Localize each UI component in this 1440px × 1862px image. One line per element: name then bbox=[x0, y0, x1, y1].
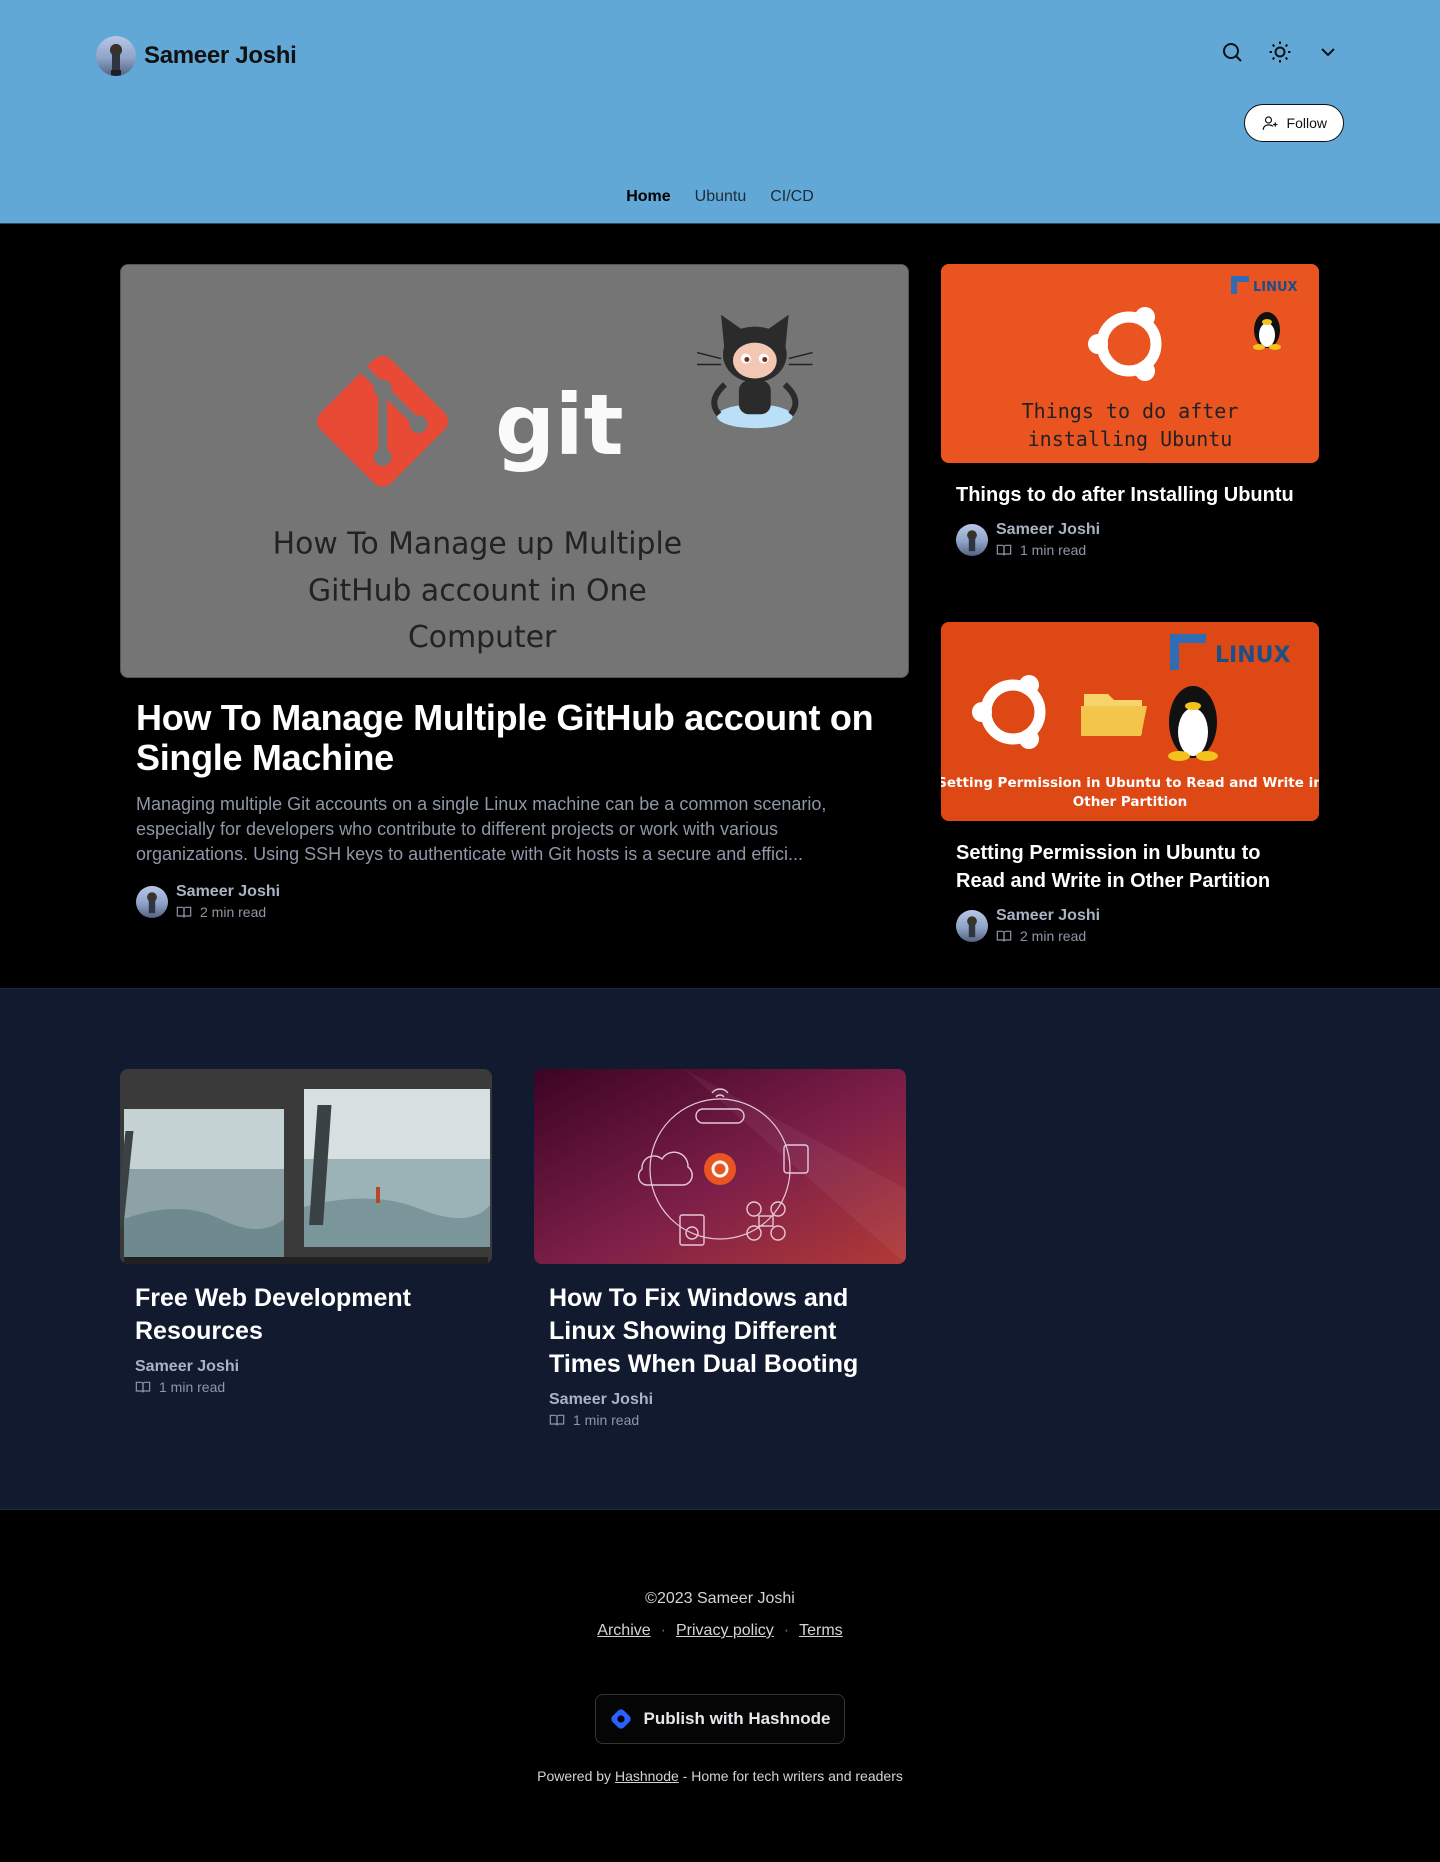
blog-brand[interactable]: Sameer Joshi bbox=[96, 36, 297, 76]
post-meta: Sameer Joshi 2 min read bbox=[136, 883, 893, 920]
nav-item-home[interactable]: Home bbox=[618, 188, 678, 206]
post-meta: Sameer Joshi 1 min read bbox=[549, 1391, 891, 1428]
read-time-label: 1 min read bbox=[573, 1412, 640, 1428]
post-title[interactable]: Things to do after Installing Ubuntu bbox=[956, 481, 1304, 509]
featured-main-post[interactable]: git How To Manage up Multiple GitHub acc… bbox=[120, 264, 909, 920]
book-open-icon bbox=[135, 1381, 151, 1393]
author-avatar[interactable] bbox=[956, 523, 988, 556]
post-title[interactable]: How To Manage Multiple GitHub account on… bbox=[136, 698, 893, 778]
blog-footer: ©2023 Sameer Joshi Archive · Privacy pol… bbox=[0, 1510, 1440, 1862]
featured-side-post[interactable]: LINUX Setting Permission in Ubuntu to Re… bbox=[941, 622, 1319, 944]
follow-button[interactable]: Follow bbox=[1243, 104, 1344, 142]
post-title[interactable]: How To Fix Windows and Linux Showing Dif… bbox=[549, 1282, 891, 1381]
svg-text:Other Partition: Other Partition bbox=[1073, 794, 1187, 810]
read-time: 1 min read bbox=[549, 1412, 891, 1428]
post-cover-image[interactable] bbox=[534, 1069, 906, 1264]
nav-item-ci-cd[interactable]: CI/CD bbox=[762, 188, 822, 206]
svg-text:Things to do after: Things to do after bbox=[1022, 399, 1239, 423]
separator: · bbox=[660, 1622, 666, 1639]
post-card[interactable]: How To Fix Windows and Linux Showing Dif… bbox=[534, 1069, 906, 1428]
image-badge: LINUX bbox=[1253, 280, 1298, 295]
post-meta: Sameer Joshi 1 min read bbox=[135, 1358, 477, 1395]
powered-by: Powered by Hashnode - Home for tech writ… bbox=[0, 1768, 1440, 1784]
hashnode-logo-icon bbox=[611, 1709, 632, 1729]
read-time: 1 min read bbox=[135, 1379, 477, 1395]
read-time: 1 min read bbox=[996, 542, 1100, 558]
publish-label: Publish with Hashnode bbox=[643, 1709, 831, 1728]
featured-posts: git How To Manage up Multiple GitHub acc… bbox=[0, 224, 1440, 988]
header-actions bbox=[1220, 40, 1340, 64]
post-meta: Sameer Joshi 2 min read bbox=[956, 907, 1304, 944]
book-open-icon bbox=[996, 930, 1012, 942]
post-card[interactable]: Free Web Development Resources Sameer Jo… bbox=[120, 1069, 492, 1395]
follow-label: Follow bbox=[1286, 115, 1327, 131]
post-cover-image[interactable]: git How To Manage up Multiple GitHub acc… bbox=[120, 264, 909, 678]
image-badge: LINUX bbox=[1215, 643, 1290, 668]
blog-nav: Home Ubuntu CI/CD bbox=[0, 188, 1440, 206]
footer-link-archive[interactable]: Archive bbox=[597, 1622, 650, 1640]
search-icon[interactable] bbox=[1220, 40, 1244, 64]
post-cover-image[interactable]: LINUX Setting Permission in Ubuntu to Re… bbox=[941, 622, 1319, 821]
powered-suffix: - Home for tech writers and readers bbox=[682, 1768, 903, 1784]
author-avatar bbox=[96, 36, 136, 76]
post-meta: Sameer Joshi 1 min read bbox=[956, 521, 1304, 558]
footer-link-privacy[interactable]: Privacy policy bbox=[676, 1622, 774, 1640]
post-cover-image[interactable]: LINUX Things to do after installing Ubun… bbox=[941, 264, 1319, 463]
user-plus-icon bbox=[1262, 116, 1278, 130]
post-cover-image[interactable] bbox=[120, 1069, 492, 1264]
footer-link-terms[interactable]: Terms bbox=[799, 1622, 843, 1640]
author-name[interactable]: Sameer Joshi bbox=[996, 907, 1100, 925]
book-open-icon bbox=[996, 544, 1012, 556]
powered-prefix: Powered by bbox=[537, 1768, 612, 1784]
more-posts: Free Web Development Resources Sameer Jo… bbox=[0, 988, 1440, 1510]
author-name[interactable]: Sameer Joshi bbox=[176, 883, 280, 901]
read-time-label: 1 min read bbox=[1020, 542, 1087, 558]
author-name[interactable]: Sameer Joshi bbox=[549, 1391, 891, 1409]
read-time-label: 2 min read bbox=[200, 904, 267, 920]
blog-title[interactable]: Sameer Joshi bbox=[144, 42, 297, 70]
book-open-icon bbox=[549, 1414, 565, 1426]
author-avatar[interactable] bbox=[136, 885, 168, 918]
svg-text:installing Ubuntu: installing Ubuntu bbox=[1028, 427, 1233, 451]
post-title[interactable]: Setting Permission in Ubuntu to Read and… bbox=[956, 839, 1304, 895]
post-excerpt: Managing multiple Git accounts on a sing… bbox=[136, 794, 827, 864]
read-time: 2 min read bbox=[176, 904, 280, 920]
copyright-text: ©2023 Sameer Joshi bbox=[645, 1590, 795, 1607]
nav-item-ubuntu[interactable]: Ubuntu bbox=[687, 188, 755, 206]
author-name[interactable]: Sameer Joshi bbox=[135, 1358, 477, 1376]
publish-with-hashnode-button[interactable]: Publish with Hashnode bbox=[595, 1694, 845, 1744]
read-time-label: 2 min read bbox=[1020, 928, 1087, 944]
sun-icon[interactable] bbox=[1268, 40, 1292, 64]
image-caption: Setting Permission in Ubuntu to Read and… bbox=[941, 775, 1319, 791]
post-title[interactable]: Free Web Development Resources bbox=[135, 1282, 477, 1348]
author-avatar[interactable] bbox=[956, 909, 988, 942]
hashnode-link[interactable]: Hashnode bbox=[615, 1768, 679, 1784]
separator: · bbox=[783, 1622, 790, 1639]
chevron-down-icon[interactable] bbox=[1316, 40, 1340, 64]
author-name[interactable]: Sameer Joshi bbox=[996, 521, 1100, 539]
image-logo-text: git bbox=[495, 376, 623, 474]
footer-links: Archive · Privacy policy · Terms bbox=[0, 1622, 1440, 1640]
blog-header: Sameer Joshi Follow Home Ubuntu CI/CD bbox=[0, 0, 1440, 224]
read-time-label: 1 min read bbox=[159, 1379, 226, 1395]
read-time: 2 min read bbox=[996, 928, 1100, 944]
featured-side-post[interactable]: LINUX Things to do after installing Ubun… bbox=[941, 264, 1319, 558]
book-open-icon bbox=[176, 906, 192, 918]
